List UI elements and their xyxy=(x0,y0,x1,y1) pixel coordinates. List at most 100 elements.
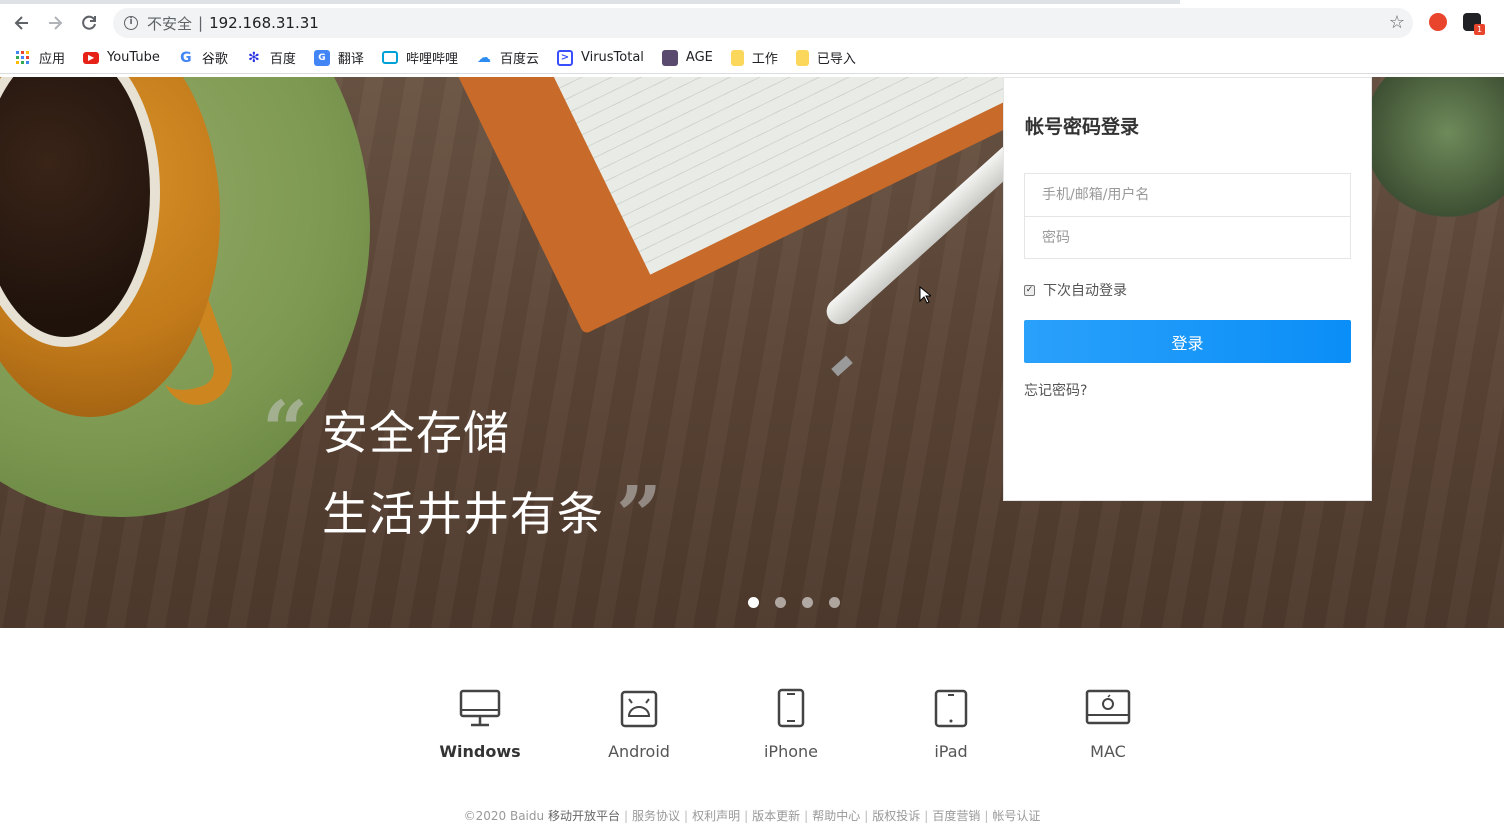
android-icon xyxy=(620,690,658,728)
reload-button[interactable] xyxy=(76,10,102,36)
footer-separator: | xyxy=(864,809,869,823)
arrow-right-icon xyxy=(49,16,63,30)
extension-icon[interactable]: 1 xyxy=(1463,13,1485,35)
iphone-icon xyxy=(777,688,805,728)
extension-badge: 1 xyxy=(1474,24,1485,35)
info-icon[interactable]: i xyxy=(124,16,138,30)
apple-monitor-icon xyxy=(1085,689,1131,725)
password-input[interactable] xyxy=(1025,216,1350,258)
footer-link-help[interactable]: 帮助中心 xyxy=(812,809,860,823)
bookmark-youtube[interactable]: ▶ YouTube xyxy=(83,50,160,65)
carousel-dot-4[interactable] xyxy=(829,597,840,608)
close-quote-icon: ” xyxy=(616,468,663,562)
bookmark-label: 哔哩哔哩 xyxy=(405,52,458,67)
platform-label: iPad xyxy=(934,742,968,761)
bookmark-label: YouTube xyxy=(107,50,160,65)
address-bar[interactable]: i 不安全 | 192.168.31.31 ☆ xyxy=(113,8,1413,38)
footer-link-copyright-complaint[interactable]: 版权投诉 xyxy=(872,809,920,823)
copyright-text: ©2020 Baidu xyxy=(463,809,545,823)
bookmark-google[interactable]: G 谷歌 xyxy=(178,48,228,68)
username-input[interactable] xyxy=(1025,174,1350,216)
folder-icon xyxy=(730,49,744,66)
bookmark-label: 应用 xyxy=(39,52,66,67)
platform-label: iPhone xyxy=(763,742,818,761)
bookmarks-bar: 应用 ▶ YouTube G 谷歌 ✻ 百度 G 翻译 哔哩哔哩 ☁ 百度云 >… xyxy=(0,42,1504,74)
folder-icon xyxy=(795,49,809,66)
arrow-left-icon xyxy=(14,16,28,30)
bilibili-tv-icon xyxy=(381,51,398,64)
footer: ©2020 Baidu 移动开放平台 | 服务协议 | 权利声明 | 版本更新 | 帮助中心 | 版… xyxy=(0,807,1504,824)
footer-link-updates[interactable]: 版本更新 xyxy=(752,809,800,823)
remember-me[interactable]: ✓ 下次自动登录 xyxy=(1024,280,1127,300)
hero-line-1: 安全存储 xyxy=(322,406,510,460)
age-avatar-icon xyxy=(661,49,678,66)
baidu-cloud-icon: ☁ xyxy=(476,49,491,66)
hero-line-2: 生活井井有条 xyxy=(322,487,604,541)
platform-label: Android xyxy=(608,742,670,761)
bookmark-star-icon[interactable]: ☆ xyxy=(1389,12,1405,33)
mouse-cursor-icon xyxy=(919,286,931,304)
footer-separator: | xyxy=(684,809,689,823)
carousel-dots xyxy=(748,597,856,608)
carousel-dot-1[interactable] xyxy=(748,597,759,608)
baidu-paw-icon: ✻ xyxy=(248,49,260,66)
bookmark-age[interactable]: AGE xyxy=(661,49,713,66)
platform-android[interactable]: Android xyxy=(589,688,689,761)
footer-link-terms[interactable]: 服务协议 xyxy=(632,809,680,823)
bookmark-label: 百度 xyxy=(269,52,296,67)
footer-separator: | xyxy=(623,809,628,823)
bookmark-baidu[interactable]: ✻ 百度 xyxy=(246,48,296,68)
platform-iphone[interactable]: iPhone xyxy=(741,688,841,761)
shield-extension-icon[interactable] xyxy=(1429,13,1447,31)
browser-toolbar: i 不安全 | 192.168.31.31 ☆ 1 xyxy=(0,0,1504,42)
apps-grid-icon xyxy=(15,50,31,66)
bookmark-label: 谷歌 xyxy=(201,52,228,67)
reload-icon xyxy=(82,15,96,30)
footer-separator: | xyxy=(924,809,929,823)
platform-label: MAC xyxy=(1090,742,1126,761)
footer-link-open-platform[interactable]: 移动开放平台 xyxy=(548,809,620,823)
login-button[interactable]: 登录 xyxy=(1024,320,1351,363)
virustotal-icon: > xyxy=(556,49,573,66)
login-title: 帐号密码登录 xyxy=(1025,116,1140,138)
forgot-password-link[interactable]: 忘记密码? xyxy=(1024,380,1087,400)
bookmark-translate[interactable]: G 翻译 xyxy=(313,48,364,67)
bookmark-apps[interactable]: 应用 xyxy=(15,48,65,67)
footer-separator: | xyxy=(804,809,809,823)
bookmark-label: VirusTotal xyxy=(580,50,644,65)
login-panel: 帐号密码登录 ✓ 下次自动登录 登录 忘记密码? xyxy=(1003,77,1372,501)
carousel-dot-2[interactable] xyxy=(775,597,786,608)
footer-separator: | xyxy=(984,809,989,823)
bookmark-label: 百度云 xyxy=(499,52,539,67)
translate-icon: G xyxy=(313,49,330,66)
platform-ipad[interactable]: iPad xyxy=(901,688,1001,761)
forward-button[interactable] xyxy=(42,10,68,36)
remember-label: 下次自动登录 xyxy=(1043,283,1127,299)
back-button[interactable] xyxy=(9,10,35,36)
bookmark-label: AGE xyxy=(685,50,713,65)
platform-mac[interactable]: MAC xyxy=(1058,688,1158,761)
plant-image xyxy=(1364,77,1504,217)
open-quote-icon: “ xyxy=(262,383,309,477)
url-text[interactable]: 192.168.31.31 xyxy=(209,14,319,32)
platform-downloads: Windows Android iPhone iPad MAC xyxy=(0,688,1504,778)
bookmark-baidu-cloud[interactable]: ☁ 百度云 xyxy=(476,48,539,68)
remember-checkbox[interactable]: ✓ xyxy=(1024,284,1035,296)
bookmark-folder-work[interactable]: 工作 xyxy=(730,48,778,67)
bookmark-label: 翻译 xyxy=(337,52,364,67)
bookmark-folder-imported[interactable]: 已导入 xyxy=(795,48,856,67)
bookmark-bilibili[interactable]: 哔哩哔哩 xyxy=(381,48,458,67)
credentials-group xyxy=(1024,173,1351,259)
carousel-dot-3[interactable] xyxy=(802,597,813,608)
footer-separator: | xyxy=(744,809,749,823)
footer-link-rights[interactable]: 权利声明 xyxy=(692,809,740,823)
address-separator: | xyxy=(198,14,204,32)
bookmark-virustotal[interactable]: > VirusTotal xyxy=(556,49,644,66)
bookmark-label: 已导入 xyxy=(816,52,856,67)
google-icon: G xyxy=(180,49,192,66)
bookmark-label: 工作 xyxy=(751,52,778,67)
insecure-label: 不安全 xyxy=(147,14,193,33)
platform-windows[interactable]: Windows xyxy=(430,688,530,761)
footer-link-marketing[interactable]: 百度营销 xyxy=(932,809,980,823)
footer-link-account-verify[interactable]: 帐号认证 xyxy=(992,809,1040,823)
